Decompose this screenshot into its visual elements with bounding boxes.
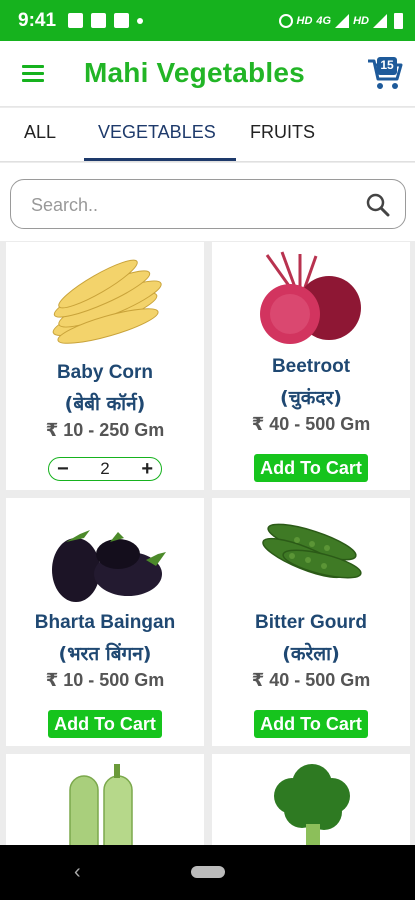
product-hindi-name: (करेला) (282, 643, 340, 665)
product-price: ₹ 10 - 500 Gm (45, 670, 165, 690)
product-name: Bharta Baingan (34, 612, 176, 633)
menu-icon[interactable] (22, 65, 44, 83)
home-pill-icon[interactable] (191, 866, 225, 878)
product-price: ₹ 40 - 500 Gm (251, 670, 371, 690)
back-icon[interactable]: ‹ (74, 861, 81, 884)
quantity-value: 2 (100, 459, 110, 478)
cart-count-badge: 15 (380, 58, 394, 72)
search-input[interactable] (31, 192, 351, 218)
system-icons: HD 4G HD (278, 12, 403, 29)
product-card-baby-corn[interactable]: Baby Corn (बेबी कॉर्न) ₹ 10 - 250 Gm − 2… (6, 242, 204, 490)
product-name: Baby Corn (56, 362, 154, 383)
battery-icon (394, 12, 403, 29)
product-price: ₹ 10 - 250 Gm (45, 420, 165, 440)
beetroot-image (260, 251, 361, 344)
product-price: ₹ 40 - 500 Gm (251, 414, 371, 434)
network-label: HD (296, 14, 313, 27)
product-hindi-name: (भरत बिंगन) (58, 643, 152, 665)
product-hindi-name: (बेबी कॉर्न) (64, 393, 146, 415)
product-card-beetroot[interactable]: Beetroot (चुकंदर) ₹ 40 - 500 Gm Add To C… (212, 242, 410, 490)
baby-corn-image (52, 259, 162, 344)
active-tab-indicator (84, 158, 236, 161)
product-card-bitter-gourd[interactable]: Bitter Gourd (करेला) ₹ 40 - 500 Gm Add T… (212, 498, 410, 746)
alarm-icon (278, 13, 293, 28)
quantity-stepper: − 2 + (48, 457, 162, 481)
signal-icon (335, 13, 350, 28)
add-to-cart-button[interactable]: Add To Cart (48, 710, 162, 738)
product-card-partial-2[interactable] (212, 754, 410, 854)
add-to-cart-button[interactable]: Add To Cart (254, 710, 368, 738)
image-icon (91, 13, 107, 28)
tab-vegetables[interactable]: VEGETABLES (98, 122, 216, 143)
edit-icon (114, 13, 130, 28)
search-icon[interactable] (365, 192, 391, 218)
product-hindi-name: (चुकंदर) (280, 387, 342, 409)
tab-all[interactable]: ALL (24, 122, 56, 143)
category-tabs: ALL VEGETABLES FRUITS (0, 108, 415, 162)
system-navigation-bar: ‹ (0, 845, 415, 900)
app-bar: Mahi Vegetables 15 (0, 41, 415, 107)
decrease-quantity-button[interactable]: − (57, 459, 69, 479)
increase-quantity-button[interactable]: + (141, 459, 153, 479)
add-to-cart-button[interactable]: Add To Cart (254, 454, 368, 482)
notification-icons (68, 13, 144, 28)
signal-icon-2 (373, 13, 387, 28)
bitter-gourd-image (262, 523, 362, 579)
status-bar: 9:41 HD 4G HD (0, 0, 415, 41)
search-section (0, 163, 415, 241)
product-name: Beetroot (271, 356, 351, 377)
baingan-image (52, 530, 166, 602)
contact-card-icon (68, 13, 84, 28)
network-type-label: 4G (316, 14, 332, 27)
dot-icon (137, 17, 144, 24)
status-time: 9:41 (18, 9, 57, 31)
search-box (10, 179, 406, 229)
bottle-gourd-image (69, 764, 133, 854)
cart-button[interactable]: 15 (366, 55, 404, 93)
product-name: Bitter Gourd (255, 612, 367, 633)
network-label-2: HD (353, 14, 369, 27)
product-card-partial[interactable] (6, 754, 204, 854)
product-card-bharta-baingan[interactable]: Bharta Baingan (भरत बिंगन) ₹ 10 - 500 Gm… (6, 498, 204, 746)
app-title: Mahi Vegetables (84, 57, 305, 88)
broccoli-image (274, 764, 350, 854)
tab-fruits[interactable]: FRUITS (250, 122, 315, 143)
